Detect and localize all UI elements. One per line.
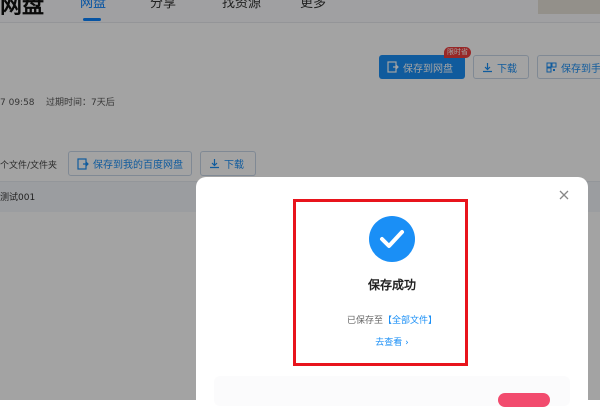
highlight-box [293,199,468,366]
close-icon[interactable] [558,189,570,201]
promo-button[interactable] [498,393,550,407]
